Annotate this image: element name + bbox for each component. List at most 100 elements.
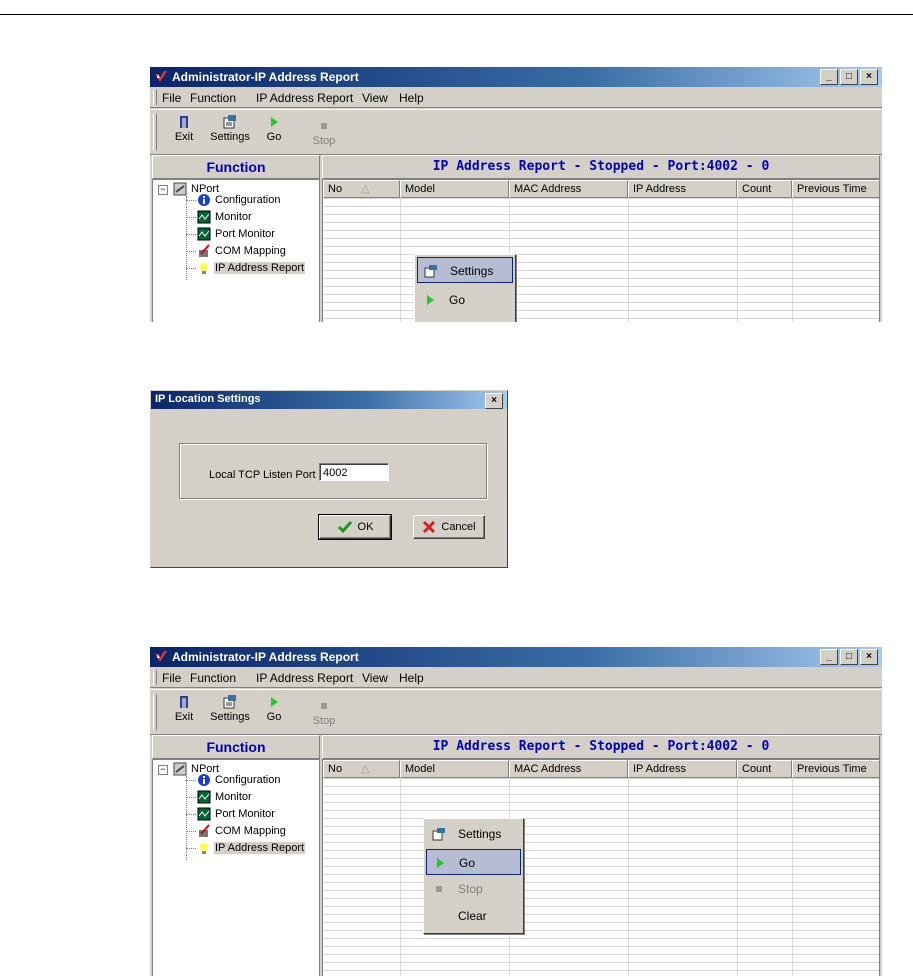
port-label: Local TCP Listen Port (209, 469, 316, 481)
stop-icon (321, 123, 327, 129)
lightbulb-icon (200, 843, 208, 854)
sort-arrow-icon: △ (361, 763, 370, 775)
context-item-clear[interactable]: Clear (426, 903, 521, 929)
tree-item-configuration[interactable]: Configuration (197, 773, 281, 787)
menu-file[interactable]: File (162, 671, 181, 685)
col-previous-time[interactable]: Previous Time (792, 180, 879, 198)
menu-help[interactable]: Help (399, 671, 424, 685)
context-menu: Settings Go Stop Clear (423, 818, 524, 934)
go-icon (271, 117, 278, 127)
tree-item-monitor[interactable]: Monitor (197, 790, 253, 804)
stop-icon (436, 886, 442, 892)
col-previous-time[interactable]: Previous Time (792, 760, 879, 778)
ok-button[interactable]: OK (318, 514, 392, 540)
close-button[interactable]: × (860, 649, 878, 665)
col-model[interactable]: Model (400, 180, 509, 198)
report-header: IP Address Report - Stopped - Port:4002 … (322, 155, 880, 179)
stop-icon (321, 703, 327, 709)
exit-icon (180, 116, 188, 128)
context-item-settings[interactable]: Settings (426, 821, 521, 847)
col-ip-address[interactable]: IP Address (628, 180, 737, 198)
app-logo-icon (155, 71, 167, 82)
menu-help[interactable]: Help (399, 91, 424, 105)
menu-ip-address-report[interactable]: IP Address Report (256, 671, 353, 685)
stop-button[interactable]: Stop (300, 118, 348, 147)
function-header: Function (152, 155, 320, 179)
cancel-button[interactable]: Cancel (413, 515, 485, 539)
tree-item-configuration[interactable]: Configuration (197, 193, 281, 207)
lightbulb-icon (200, 263, 208, 274)
col-mac-address[interactable]: MAC Address (509, 760, 628, 778)
app-window-1: Administrator-IP Address Report _ □ × Fi… (150, 67, 882, 322)
menu-function[interactable]: Function (190, 671, 236, 685)
port-input[interactable]: 4002 (319, 463, 389, 481)
tree-item-com-mapping[interactable]: COM Mapping (197, 824, 287, 838)
context-item-settings[interactable]: Settings (417, 257, 513, 283)
tree-item-ip-address-report[interactable]: IP Address Report (197, 841, 306, 855)
go-button[interactable]: Go (250, 114, 298, 143)
dialog-title: IP Location Settings (155, 393, 261, 405)
minimize-button[interactable]: _ (820, 69, 838, 85)
exit-button[interactable]: Exit (160, 694, 208, 723)
settings-icon (223, 115, 236, 129)
title-bar[interactable]: Administrator-IP Address Report _ □ × (150, 67, 882, 87)
minimize-button[interactable]: _ (820, 649, 838, 665)
settings-icon (223, 695, 236, 709)
col-count[interactable]: Count (737, 180, 792, 198)
settings-button[interactable]: Settings (206, 114, 254, 143)
settings-icon (424, 265, 437, 278)
menu-bar: File Function IP Address Report View Hel… (150, 87, 882, 108)
col-no[interactable]: No △ (323, 760, 400, 778)
nport-icon (173, 182, 187, 196)
tree-item-port-monitor[interactable]: Port Monitor (197, 227, 276, 241)
menu-view[interactable]: View (362, 91, 388, 105)
menu-file[interactable]: File (162, 91, 181, 105)
grid-body[interactable] (323, 198, 879, 322)
exit-icon (180, 696, 188, 708)
menu-function[interactable]: Function (190, 91, 236, 105)
monitor-icon (197, 210, 211, 224)
go-button[interactable]: Go (250, 694, 298, 723)
close-button[interactable]: × (860, 69, 878, 85)
exit-button[interactable]: Exit (160, 114, 208, 143)
grid-body[interactable] (323, 778, 879, 976)
maximize-button[interactable]: □ (840, 649, 858, 665)
collapse-toggle[interactable]: − (158, 185, 168, 195)
col-mac-address[interactable]: MAC Address (509, 180, 628, 198)
settings-button[interactable]: Settings (206, 694, 254, 723)
collapse-toggle[interactable]: − (158, 765, 168, 775)
tree-item-com-mapping[interactable]: COM Mapping (197, 244, 287, 258)
toolbar: Exit Settings Go Stop (150, 689, 882, 735)
settings-icon (432, 828, 445, 841)
context-menu: Settings Go (414, 254, 516, 322)
col-no[interactable]: No △ (323, 180, 400, 198)
context-item-go[interactable]: Go (417, 287, 513, 313)
app-logo-icon (155, 651, 167, 662)
menu-ip-address-report[interactable]: IP Address Report (256, 91, 353, 105)
function-tree: − NPort Configuration Monitor Port Monit… (152, 179, 320, 322)
menu-view[interactable]: View (362, 671, 388, 685)
stop-button[interactable]: Stop (300, 698, 348, 727)
tree-item-port-monitor[interactable]: Port Monitor (197, 807, 276, 821)
title-bar[interactable]: Administrator-IP Address Report _ □ × (150, 647, 882, 667)
col-count[interactable]: Count (737, 760, 792, 778)
app-window-2: Administrator-IP Address Report _ □ × Fi… (150, 647, 882, 976)
dialog-close-button[interactable]: × (485, 393, 503, 409)
col-ip-address[interactable]: IP Address (628, 760, 737, 778)
go-icon (271, 697, 278, 707)
dialog-title-bar[interactable]: IP Location Settings × (151, 391, 507, 409)
window-title: Administrator-IP Address Report (172, 650, 359, 664)
com-mapping-icon (199, 244, 210, 257)
page-rule (0, 14, 913, 15)
function-header: Function (152, 735, 320, 759)
com-mapping-icon (199, 824, 210, 837)
col-model[interactable]: Model (400, 760, 509, 778)
nport-icon (173, 762, 187, 776)
maximize-button[interactable]: □ (840, 69, 858, 85)
context-item-go[interactable]: Go (426, 849, 521, 875)
go-icon (427, 295, 434, 305)
cancel-x-icon (423, 520, 436, 534)
tree-item-ip-address-report[interactable]: IP Address Report (197, 261, 306, 275)
context-item-stop[interactable]: Stop (426, 876, 521, 902)
tree-item-monitor[interactable]: Monitor (197, 210, 253, 224)
